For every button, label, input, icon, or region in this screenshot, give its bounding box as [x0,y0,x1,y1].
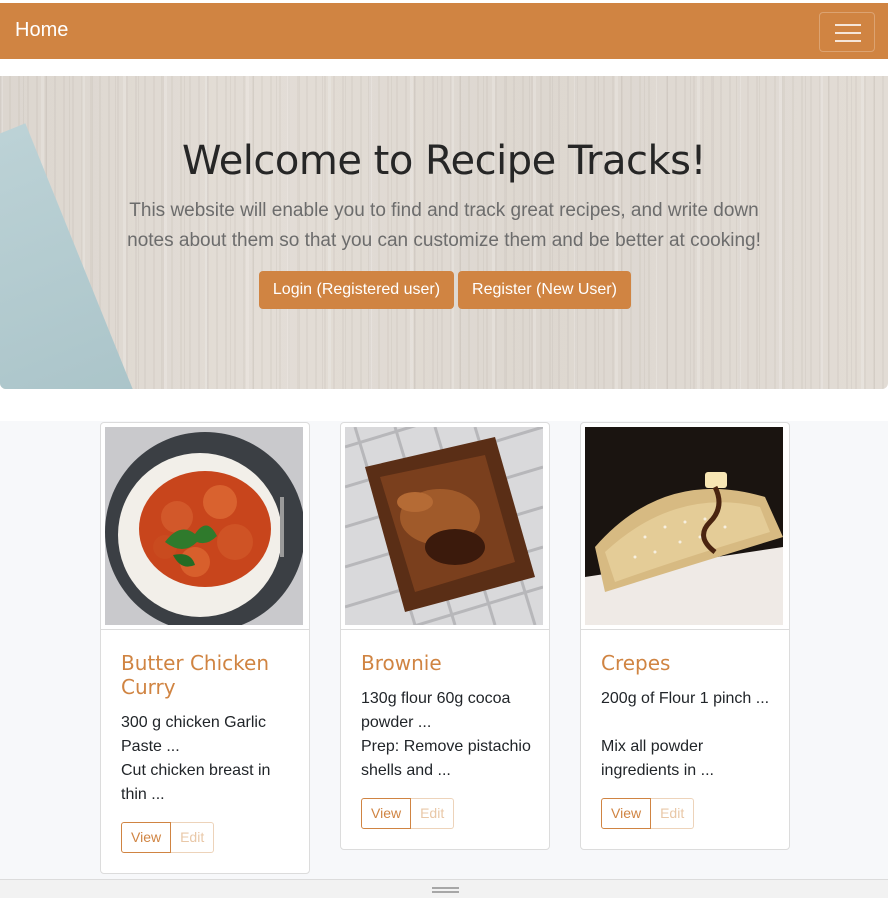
resize-handle-bar[interactable] [0,879,888,898]
recipe-card: Crepes 200g of Flour 1 pinch ... Mix all… [580,422,790,850]
recipe-image-butter-chicken [101,423,309,630]
recipe-card: Brownie 130g flour 60g cocoa powder ... … [340,422,550,850]
edit-button[interactable]: Edit [171,822,215,853]
grip-icon [432,887,459,889]
recipe-card: Butter Chicken Curry 300 g chicken Garli… [100,422,310,874]
recipe-image-brownie [341,423,549,630]
recipe-prep: Mix all powder ingredients in ... [601,738,714,779]
hero-jumbotron: Welcome to Recipe Tracks! This website w… [0,76,888,389]
recipe-ingredients: 130g flour 60g cocoa powder ... [361,690,511,731]
login-button[interactable]: Login (Registered user) [259,271,454,309]
edit-button[interactable]: Edit [651,798,695,829]
navbar-toggler-button[interactable] [819,12,875,52]
register-button[interactable]: Register (New User) [458,271,631,309]
card-button-group: View Edit [361,798,455,829]
view-button[interactable]: View [361,798,412,829]
view-button[interactable]: View [601,798,652,829]
hero-subtitle: This website will enable you to find and… [127,200,761,251]
recipe-title[interactable]: Crepes [601,651,771,675]
recipe-title[interactable]: Brownie [361,651,531,675]
recipe-ingredients: 300 g chicken Garlic Paste ... [121,714,266,755]
view-button[interactable]: View [121,822,172,853]
card-button-group: View Edit [121,822,215,853]
page-title: Welcome to Recipe Tracks! [181,138,707,184]
nav-brand-home[interactable]: Home [15,19,68,42]
card-button-group: View Edit [601,798,695,829]
recipe-prep: Cut chicken breast in thin ... [121,762,271,803]
navbar: Home [0,3,888,59]
edit-button[interactable]: Edit [411,798,455,829]
hamburger-icon [835,24,861,26]
recipe-prep: Prep: Remove pistachio shells and ... [361,738,531,779]
recipe-image-crepes [581,423,789,630]
recipe-ingredients: 200g of Flour 1 pinch ... [601,690,770,707]
recipe-title[interactable]: Butter Chicken Curry [121,651,291,699]
